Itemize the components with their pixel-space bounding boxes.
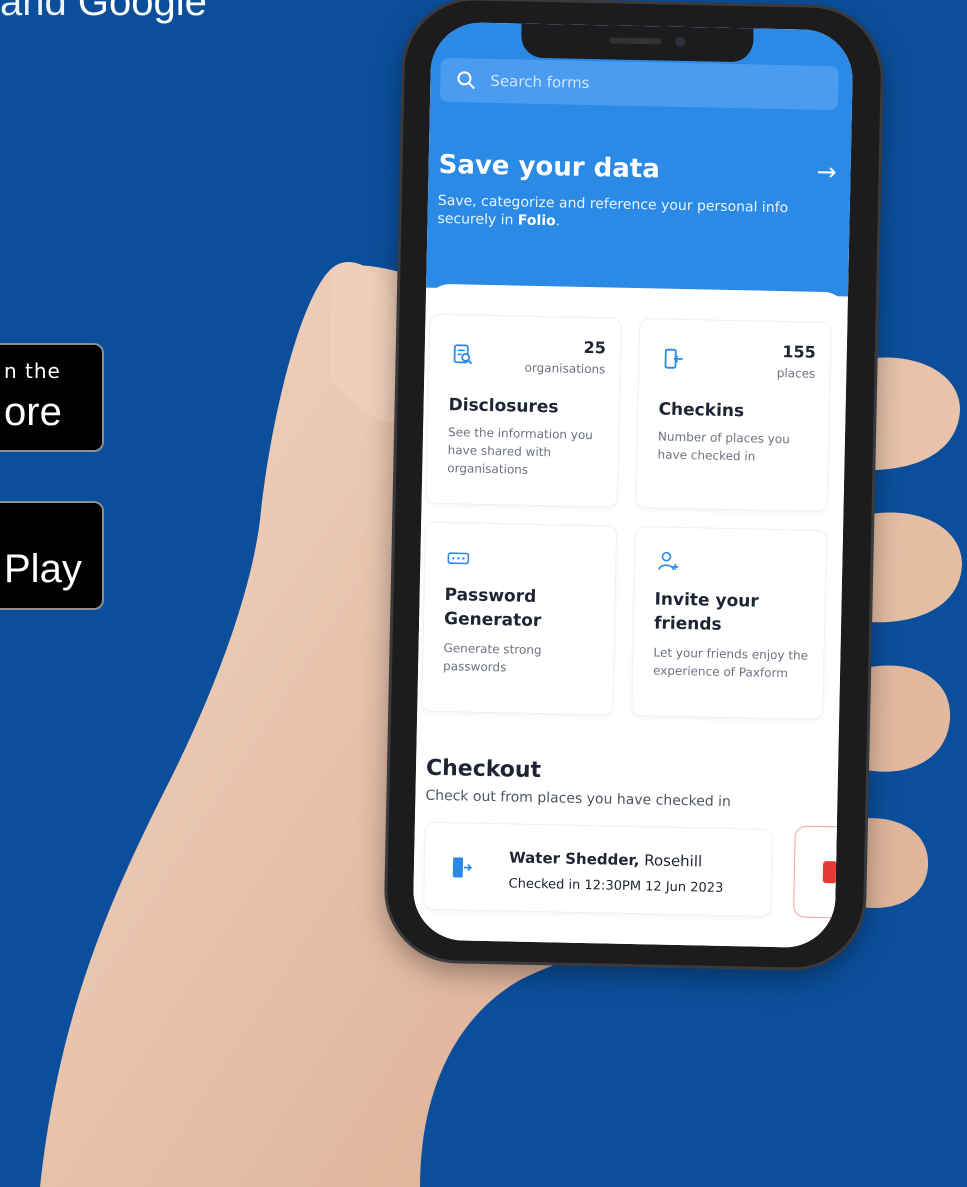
door-exit-icon [452,857,473,878]
password-generator-card[interactable]: Password Generator Generate strong passw… [421,521,618,716]
add-user-icon [658,551,679,571]
arrow-right-icon[interactable]: → [816,158,837,186]
checkins-title: Checkins [658,399,745,422]
password-generator-title: Password Generator [443,585,542,632]
checkout-item[interactable]: Water Shedder, Rosehill Checked in 12:30… [423,821,773,917]
checkout-title: Checkout [425,755,542,784]
phone-device: Search forms Save your data → Save, cate… [385,0,883,969]
search-bar[interactable]: Search forms [439,57,839,111]
checkout-place: Water Shedder, Rosehill [509,848,702,870]
hero-title: Save your data [438,149,661,185]
hero-subtitle-brand: Folio [517,212,556,230]
search-icon [457,71,475,90]
checkout-place-suburb: Rosehill [639,851,703,871]
checkins-count: 155 [782,342,816,362]
disclosures-count: 25 [583,337,607,358]
invite-friends-title: Invite your friends [653,589,759,635]
hero-subtitle: Save, categorize and reference your pers… [437,192,838,236]
search-placeholder: Search forms [490,71,590,92]
hero-subtitle-text: Save, categorize and reference your pers… [437,192,789,229]
invite-friends-description: Let your friends enjoy the experience of… [652,645,809,681]
phone-notch [520,23,754,63]
checkout-button-peek[interactable] [792,825,854,919]
invite-friends-card[interactable]: Invite your friends Let your friends enj… [631,526,828,721]
door-enter-icon [664,348,683,369]
hero-subtitle-suffix: . [555,213,561,230]
document-search-icon [453,344,473,365]
checkout-place-name: Water Shedder, [508,848,640,870]
checkins-description: Number of places you have checked in [657,429,790,464]
phone-screen: Search forms Save your data → Save, cate… [412,21,854,949]
checkout-time: Checked in 12:30PM 12 Jun 2023 [508,876,724,896]
disclosures-description: See the information you have shared with… [447,425,593,477]
checkout-danger-icon [822,861,838,884]
disclosures-card[interactable]: 25 organisations Disclosures See the inf… [425,313,622,508]
disclosures-title: Disclosures [448,395,559,418]
checkins-unit: places [776,365,816,381]
front-camera [675,36,686,47]
disclosures-unit: organisations [524,360,606,377]
password-generator-description: Generate strong passwords [442,641,542,675]
password-icon [447,552,470,565]
checkins-card[interactable]: 155 places Checkins Number of places you… [635,318,832,513]
speaker-grille [609,37,662,45]
hero-banner: Search forms Save your data → Save, cate… [426,21,854,297]
